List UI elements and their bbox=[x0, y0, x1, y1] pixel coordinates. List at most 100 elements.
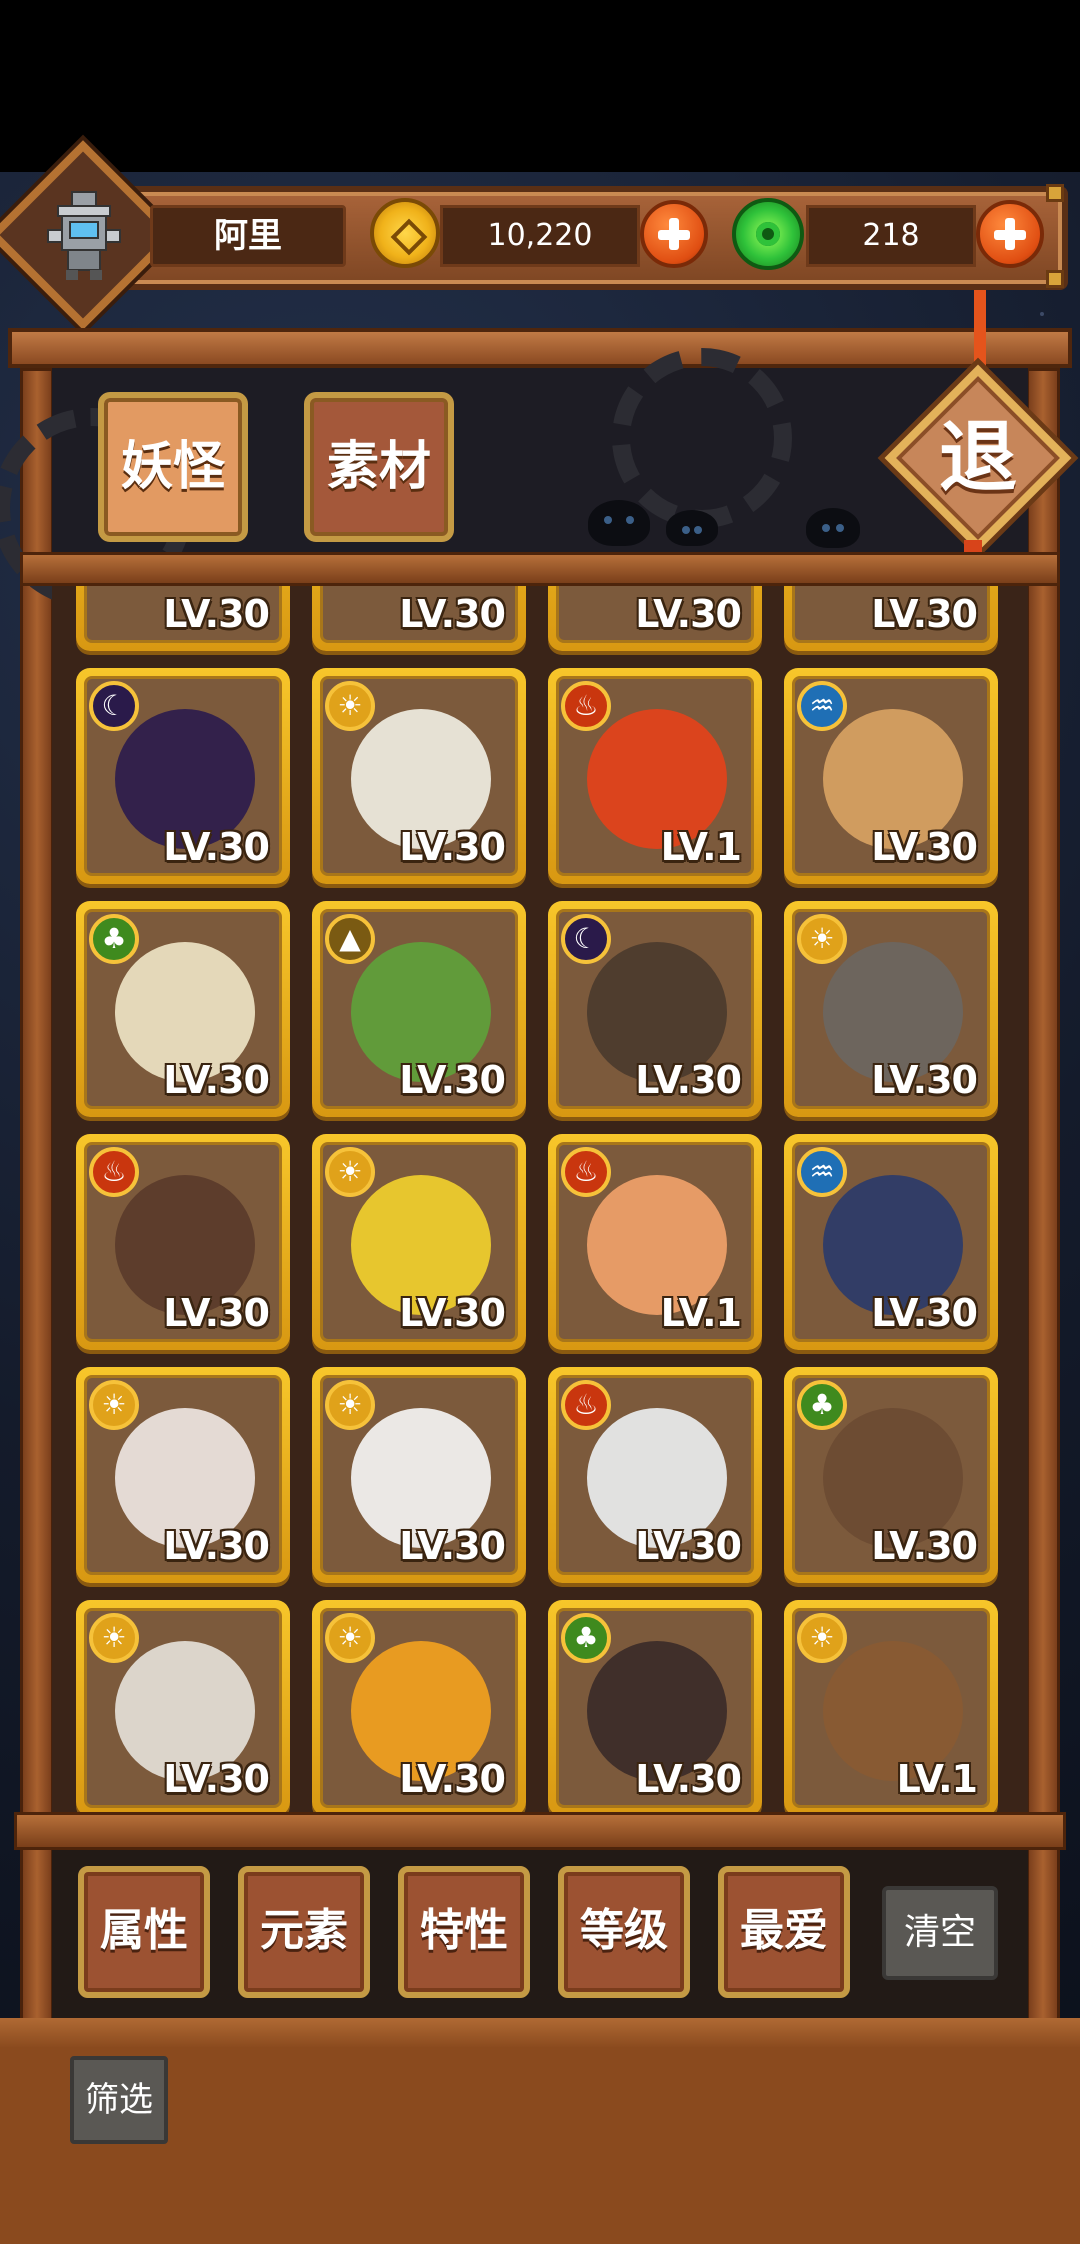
sun-element-icon: ☀ bbox=[89, 1613, 139, 1663]
filter-attribute-button[interactable]: 属性 bbox=[78, 1866, 210, 1998]
level-label: LV.30 bbox=[163, 825, 270, 869]
card-portrait: LV.30 bbox=[84, 586, 282, 643]
character-card[interactable]: ♨ LV.1 bbox=[548, 1134, 762, 1350]
fire-element-icon: ♨ bbox=[561, 1380, 611, 1430]
tab-monsters[interactable]: 妖怪 bbox=[98, 392, 248, 542]
cabinet-right-post bbox=[1026, 368, 1060, 2028]
filter-element-button[interactable]: 元素 bbox=[238, 1866, 370, 1998]
card-portrait: ☀ LV.30 bbox=[84, 1608, 282, 1808]
card-portrait: LV.30 bbox=[556, 586, 754, 643]
card-portrait: ☀ LV.30 bbox=[320, 676, 518, 876]
exit-label: 退 bbox=[938, 413, 1017, 503]
water-element-icon: ♒ bbox=[797, 1147, 847, 1197]
card-portrait: ♨ LV.30 bbox=[84, 1142, 282, 1342]
cabinet-top-beam bbox=[8, 328, 1072, 368]
level-label: LV.30 bbox=[163, 1524, 270, 1568]
character-card[interactable]: LV.30 bbox=[548, 586, 762, 651]
level-label: LV.30 bbox=[871, 1524, 978, 1568]
card-portrait: ☾ LV.30 bbox=[556, 909, 754, 1109]
character-card[interactable]: ☀ LV.1 bbox=[784, 1600, 998, 1812]
tab-materials[interactable]: 素材 bbox=[304, 392, 454, 542]
level-label: LV.1 bbox=[660, 1291, 742, 1335]
earth-element-icon: ▲ bbox=[325, 914, 375, 964]
character-card[interactable]: ♨ LV.30 bbox=[76, 1134, 290, 1350]
filter-toggle-button[interactable]: 筛选 bbox=[70, 2056, 168, 2144]
moon-element-icon: ☾ bbox=[561, 914, 611, 964]
character-card[interactable]: ☀ LV.30 bbox=[312, 1134, 526, 1350]
character-card[interactable]: ♒ LV.30 bbox=[784, 668, 998, 884]
character-grid-area[interactable]: LV.30 LV.30 LV.30 LV.30 ☾ LV.30 ☀ LV.30 ♨ LV.1 ♒ LV… bbox=[52, 586, 1028, 1812]
level-label: LV.30 bbox=[399, 1291, 506, 1335]
fire-element-icon: ♨ bbox=[89, 1147, 139, 1197]
character-card[interactable]: LV.30 bbox=[76, 586, 290, 651]
level-label: LV.30 bbox=[399, 592, 506, 636]
level-label: LV.30 bbox=[871, 1058, 978, 1102]
character-card[interactable]: ☀ LV.30 bbox=[784, 901, 998, 1117]
level-label: LV.30 bbox=[163, 1757, 270, 1801]
avatar[interactable] bbox=[16, 168, 150, 302]
water-element-icon: ♒ bbox=[797, 681, 847, 731]
sun-element-icon: ☀ bbox=[325, 1613, 375, 1663]
character-card[interactable]: ♨ LV.1 bbox=[548, 668, 762, 884]
level-label: LV.30 bbox=[399, 1524, 506, 1568]
sun-element-icon: ☀ bbox=[325, 1147, 375, 1197]
filter-trait-button[interactable]: 特性 bbox=[398, 1866, 530, 1998]
exit-button[interactable]: 退 bbox=[884, 364, 1072, 552]
character-card[interactable]: ☀ LV.30 bbox=[76, 1367, 290, 1583]
add-gems-button[interactable] bbox=[976, 200, 1044, 268]
bottom-shelf-beam bbox=[14, 1812, 1066, 1850]
card-portrait: ♣ LV.30 bbox=[556, 1608, 754, 1808]
card-portrait: ♨ LV.1 bbox=[556, 1142, 754, 1342]
character-card[interactable]: ☀ LV.30 bbox=[312, 1600, 526, 1812]
level-label: LV.30 bbox=[871, 1291, 978, 1335]
card-portrait: ☾ LV.30 bbox=[84, 676, 282, 876]
level-label: LV.30 bbox=[399, 1757, 506, 1801]
character-card[interactable]: ♨ LV.30 bbox=[548, 1367, 762, 1583]
player-name: 阿里 bbox=[150, 205, 346, 267]
level-label: LV.30 bbox=[635, 1757, 742, 1801]
gem-balance: 218 bbox=[806, 205, 976, 267]
card-portrait: ▲ LV.30 bbox=[320, 909, 518, 1109]
level-label: LV.30 bbox=[399, 1058, 506, 1102]
gear-decoration bbox=[612, 348, 792, 528]
character-card[interactable]: ♒ LV.30 bbox=[784, 1134, 998, 1350]
fire-element-icon: ♨ bbox=[561, 1147, 611, 1197]
status-bar-area bbox=[0, 0, 1080, 172]
filter-level-button[interactable]: 等级 bbox=[558, 1866, 690, 1998]
card-portrait: LV.30 bbox=[792, 586, 990, 643]
card-portrait: ☀ LV.30 bbox=[320, 1142, 518, 1342]
card-portrait: ☀ LV.30 bbox=[320, 1375, 518, 1575]
character-card[interactable]: LV.30 bbox=[784, 586, 998, 651]
fire-element-icon: ♨ bbox=[561, 681, 611, 731]
character-card[interactable]: ♣ LV.30 bbox=[76, 901, 290, 1117]
card-portrait: LV.30 bbox=[320, 586, 518, 643]
lantern-robot-icon bbox=[47, 191, 121, 280]
level-label: LV.30 bbox=[163, 1058, 270, 1102]
leaf-element-icon: ♣ bbox=[561, 1613, 611, 1663]
clear-filters-button[interactable]: 清空 bbox=[882, 1886, 998, 1980]
level-label: LV.30 bbox=[163, 1291, 270, 1335]
card-portrait: ☀ LV.30 bbox=[84, 1375, 282, 1575]
character-card[interactable]: LV.30 bbox=[312, 586, 526, 651]
shadow-critter bbox=[806, 508, 860, 548]
character-card[interactable]: ☾ LV.30 bbox=[548, 901, 762, 1117]
character-card[interactable]: ☀ LV.30 bbox=[312, 1367, 526, 1583]
sun-element-icon: ☀ bbox=[89, 1380, 139, 1430]
character-card[interactable]: ☾ LV.30 bbox=[76, 668, 290, 884]
leaf-element-icon: ♣ bbox=[89, 914, 139, 964]
character-card[interactable]: ▲ LV.30 bbox=[312, 901, 526, 1117]
card-portrait: ♒ LV.30 bbox=[792, 676, 990, 876]
character-card[interactable]: ☀ LV.30 bbox=[312, 668, 526, 884]
character-card[interactable]: ♣ LV.30 bbox=[548, 1600, 762, 1812]
character-card[interactable]: ☀ LV.30 bbox=[76, 1600, 290, 1812]
level-label: LV.30 bbox=[163, 592, 270, 636]
level-label: LV.1 bbox=[660, 825, 742, 869]
coin-balance: 10,220 bbox=[440, 205, 640, 267]
card-portrait: ♨ LV.1 bbox=[556, 676, 754, 876]
moon-element-icon: ☾ bbox=[89, 681, 139, 731]
shadow-critter bbox=[666, 510, 718, 546]
add-coins-button[interactable] bbox=[640, 200, 708, 268]
filter-favorite-button[interactable]: 最爱 bbox=[718, 1866, 850, 1998]
character-card[interactable]: ♣ LV.30 bbox=[784, 1367, 998, 1583]
sun-element-icon: ☀ bbox=[797, 1613, 847, 1663]
